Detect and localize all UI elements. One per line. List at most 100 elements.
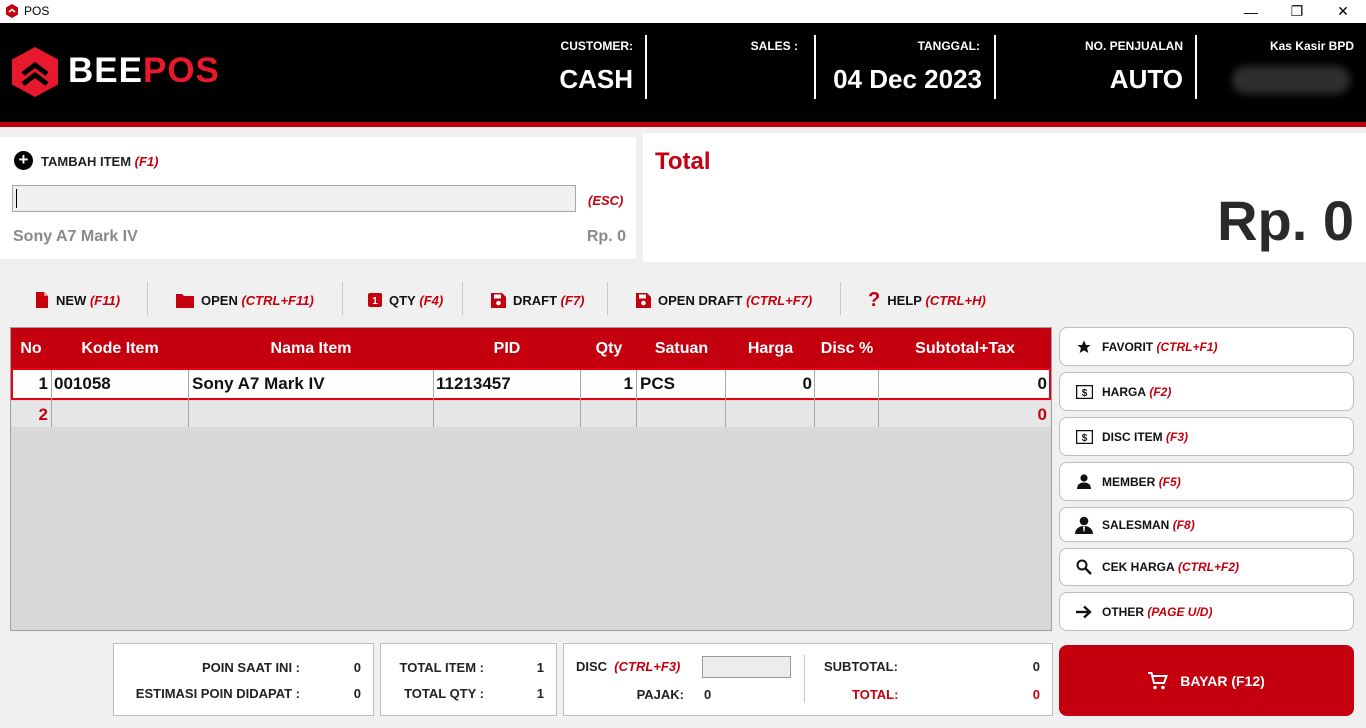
col-header-disc[interactable]: Disc % bbox=[815, 340, 879, 358]
cell-no[interactable]: 1 bbox=[14, 374, 48, 394]
qty-button[interactable]: 1 QTY (F4) bbox=[368, 289, 443, 311]
open-button[interactable]: OPEN (CTRL+F11) bbox=[176, 289, 314, 311]
question-icon: ? bbox=[868, 288, 881, 311]
last-item-name: Sony A7 Mark IV bbox=[13, 228, 138, 245]
salesman-label: SALESMAN bbox=[1102, 517, 1170, 532]
favorit-shortcut: (CTRL+F1) bbox=[1156, 339, 1218, 354]
open-draft-shortcut: (CTRL+F7) bbox=[746, 292, 813, 308]
cell-satuan[interactable]: PCS bbox=[640, 374, 675, 394]
summary-divider bbox=[804, 655, 805, 703]
draft-label: DRAFT bbox=[513, 292, 558, 308]
app-logo-icon bbox=[6, 4, 18, 18]
toolbar-divider bbox=[462, 282, 463, 315]
new-button[interactable]: NEW (F11) bbox=[35, 289, 120, 311]
disc-input[interactable] bbox=[702, 656, 791, 678]
column-divider bbox=[188, 370, 189, 427]
favorit-button[interactable]: FAVORIT (CTRL+F1) bbox=[1059, 327, 1354, 366]
logo-text-bee: BEE bbox=[68, 51, 143, 90]
cell-nama-item[interactable]: Sony A7 Mark IV bbox=[192, 374, 325, 394]
salesman-shortcut: (F8) bbox=[1172, 517, 1195, 532]
disc-item-button[interactable]: $ DISC ITEM (F3) bbox=[1059, 417, 1354, 456]
total-item-label: TOTAL ITEM : bbox=[399, 660, 485, 675]
estimasi-poin-value: 0 bbox=[353, 686, 361, 701]
logo-text-pos: POS bbox=[142, 51, 220, 90]
window-title: POS bbox=[24, 4, 50, 18]
header-accent-stripe bbox=[0, 122, 1366, 127]
star-icon bbox=[1074, 339, 1094, 355]
minimize-button[interactable]: — bbox=[1228, 0, 1274, 23]
column-divider bbox=[636, 370, 637, 427]
pajak-value: 0 bbox=[704, 687, 712, 702]
grand-total-value: 0 bbox=[1032, 687, 1040, 702]
header-divider bbox=[645, 35, 647, 99]
add-item-label[interactable]: TAMBAH ITEM (F1) bbox=[41, 154, 159, 169]
beepos-logo-icon bbox=[12, 47, 58, 97]
pay-button[interactable]: BAYAR (F12) bbox=[1059, 645, 1354, 716]
save-icon bbox=[491, 292, 506, 308]
column-divider bbox=[51, 370, 52, 427]
maximize-button[interactable]: ❐ bbox=[1274, 0, 1320, 23]
col-header-qty[interactable]: Qty bbox=[581, 340, 637, 358]
col-header-nama-item[interactable]: Nama Item bbox=[189, 340, 433, 358]
totals-summary-box bbox=[380, 643, 557, 716]
new-shortcut: (F11) bbox=[89, 292, 121, 308]
other-label: OTHER bbox=[1102, 604, 1144, 619]
cell-subtotal[interactable]: 0 bbox=[881, 374, 1047, 394]
help-label: HELP bbox=[887, 292, 922, 308]
cek-harga-button[interactable]: CEK HARGA (CTRL+F2) bbox=[1059, 548, 1354, 586]
sale-number-label: NO. PENJUALAN bbox=[1084, 39, 1183, 53]
column-divider bbox=[725, 370, 726, 427]
item-search-input[interactable] bbox=[12, 185, 576, 212]
esc-shortcut[interactable]: (ESC) bbox=[588, 193, 623, 208]
cell-pid[interactable]: 11213457 bbox=[436, 374, 511, 394]
col-header-pid[interactable]: PID bbox=[433, 340, 581, 358]
customer-label: CUSTOMER: bbox=[560, 39, 633, 53]
disc-item-shortcut: (F3) bbox=[1166, 429, 1189, 444]
cell-qty[interactable]: 1 bbox=[583, 374, 633, 394]
column-divider bbox=[433, 370, 434, 427]
open-draft-button[interactable]: OPEN DRAFT (CTRL+F7) bbox=[636, 289, 812, 311]
other-button[interactable]: OTHER (PAGE U/D) bbox=[1059, 592, 1354, 631]
date-value[interactable]: 04 Dec 2023 bbox=[826, 64, 982, 95]
subtotal-label: SUBTOTAL: bbox=[824, 659, 898, 674]
member-label: MEMBER bbox=[1102, 474, 1156, 489]
cell-kode-item[interactable]: 001058 bbox=[54, 374, 111, 394]
salesman-icon bbox=[1074, 516, 1094, 534]
arrow-right-icon bbox=[1074, 605, 1094, 619]
search-icon bbox=[1074, 559, 1094, 575]
cell-harga[interactable]: 0 bbox=[728, 374, 812, 394]
col-header-harga[interactable]: Harga bbox=[726, 340, 815, 358]
payment-summary-box bbox=[563, 643, 1053, 716]
user-icon bbox=[1074, 474, 1094, 489]
other-shortcut: (PAGE U/D) bbox=[1147, 604, 1213, 619]
close-button[interactable]: ✕ bbox=[1320, 0, 1366, 23]
col-header-kode-item[interactable]: Kode Item bbox=[51, 340, 189, 358]
harga-label: HARGA bbox=[1102, 384, 1146, 399]
folder-icon bbox=[176, 293, 194, 308]
cell-subtotal[interactable]: 0 bbox=[881, 405, 1047, 425]
col-header-no[interactable]: No bbox=[11, 340, 51, 358]
toolbar-divider bbox=[840, 282, 841, 315]
customer-value[interactable]: CASH bbox=[480, 64, 633, 95]
member-button[interactable]: MEMBER (F5) bbox=[1059, 462, 1354, 501]
col-header-subtotal[interactable]: Subtotal+Tax bbox=[879, 340, 1051, 358]
plus-circle-icon[interactable]: + bbox=[14, 151, 33, 170]
harga-button[interactable]: $ HARGA (F2) bbox=[1059, 372, 1354, 411]
title-bar bbox=[0, 0, 1366, 23]
poin-value: 0 bbox=[353, 660, 361, 675]
toolbar-divider bbox=[342, 282, 343, 315]
cashier-name-blurred bbox=[1232, 66, 1350, 94]
points-summary-box bbox=[113, 643, 374, 716]
sales-label: SALES : bbox=[750, 39, 798, 53]
help-button[interactable]: ? HELP (CTRL+H) bbox=[868, 289, 986, 311]
draft-button[interactable]: DRAFT (F7) bbox=[491, 289, 585, 311]
add-item-text: TAMBAH ITEM bbox=[41, 154, 132, 169]
col-header-satuan[interactable]: Satuan bbox=[637, 340, 726, 358]
salesman-button[interactable]: SALESMAN (F8) bbox=[1059, 507, 1354, 542]
disc-item-label: DISC ITEM bbox=[1102, 429, 1163, 444]
logo-text: BEEPOS bbox=[68, 51, 220, 91]
total-qty-value: 1 bbox=[536, 686, 544, 701]
pay-label: BAYAR (F12) bbox=[1180, 672, 1265, 689]
member-shortcut: (F5) bbox=[1158, 474, 1181, 489]
cell-no[interactable]: 2 bbox=[14, 405, 48, 425]
